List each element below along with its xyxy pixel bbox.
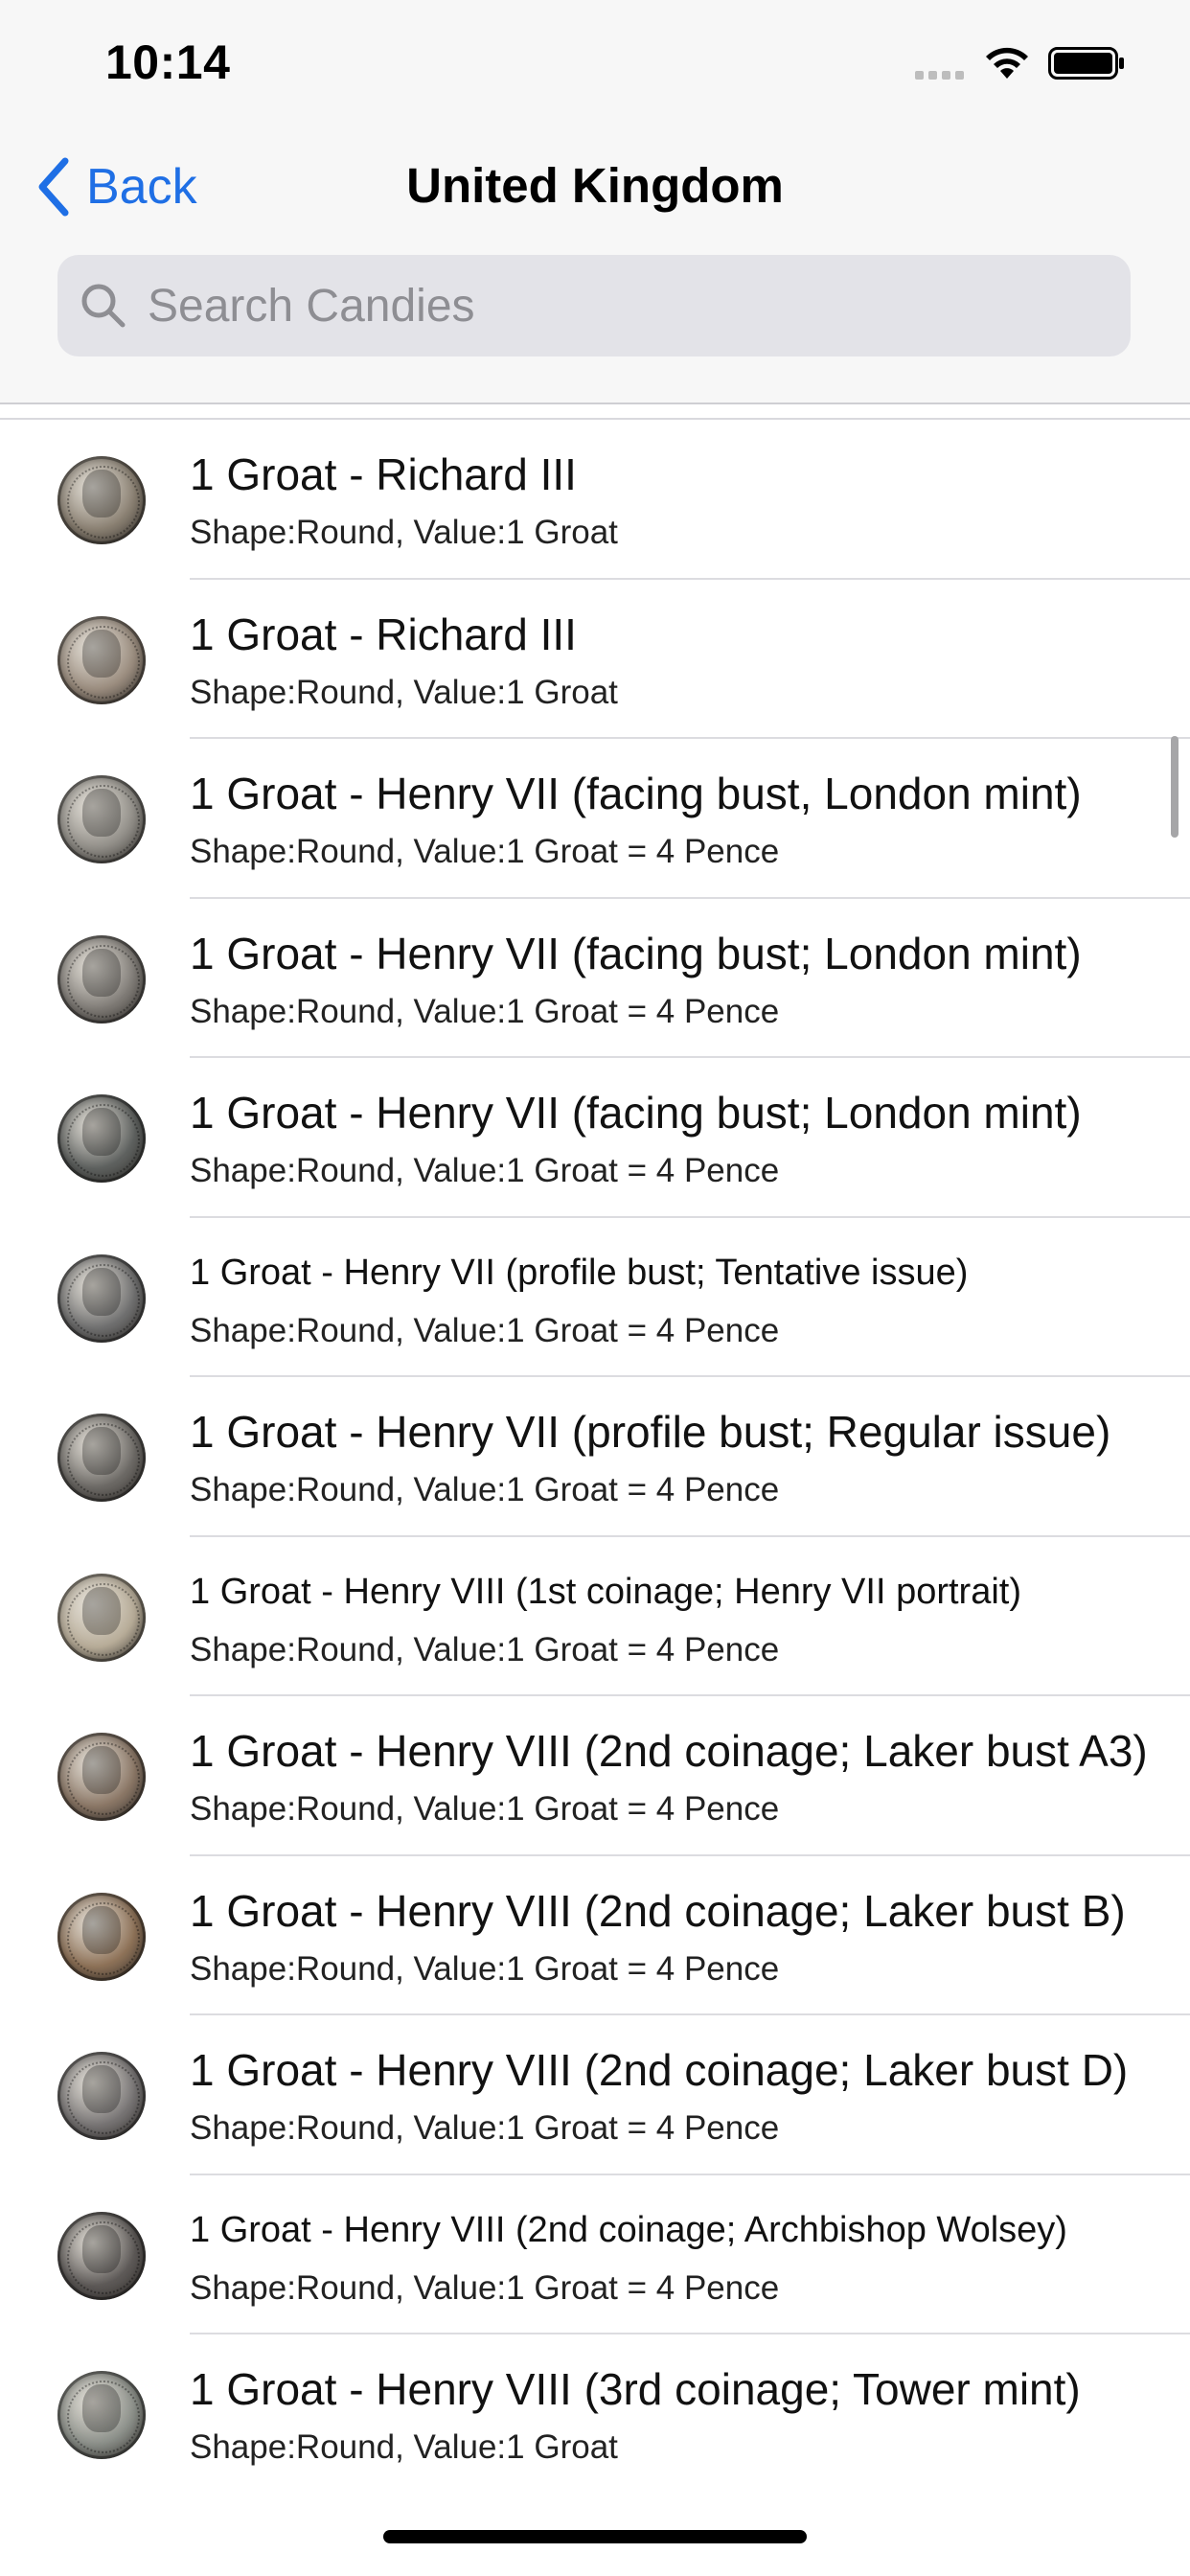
- list-item[interactable]: 1 Groat - Henry VIII (2nd coinage; Laker…: [0, 1696, 1190, 1856]
- coin-thumbnail: [57, 1733, 146, 1821]
- list-item-title: 1 Groat - Henry VII (profile bust; Regul…: [190, 1407, 1111, 1457]
- list-item[interactable]: 1 Groat - Henry VIII (2nd coinage; Archb…: [0, 2175, 1190, 2335]
- list-item-subtitle: Shape:Round, Value:1 Groat = 4 Pence: [190, 1311, 780, 1349]
- list-item-title: 1 Groat - Henry VII (facing bust; London…: [190, 928, 1082, 978]
- list-item-title: 1 Groat - Richard III: [190, 609, 577, 659]
- list-item-title: 1 Groat - Henry VIII (1st coinage; Henry…: [190, 1571, 1021, 1612]
- list-item[interactable]: 1 Groat - Henry VII (profile bust; Regul…: [0, 1377, 1190, 1537]
- coin-thumbnail: [57, 775, 146, 863]
- list-item-subtitle: Shape:Round, Value:1 Groat = 4 Pence: [190, 1949, 780, 1988]
- list-item[interactable]: 1 Groat - Henry VII (profile bust; Tenta…: [0, 1218, 1190, 1378]
- list-item-title: 1 Groat - Richard III: [190, 449, 577, 499]
- list-item-subtitle: Shape:Round, Value:1 Groat = 4 Pence: [190, 1471, 780, 1508]
- list-item-title: 1 Groat - Henry VII (facing bust, London…: [190, 769, 1082, 818]
- list-item[interactable]: 1 Groat - Henry VIII (1st coinage; Henry…: [0, 1537, 1190, 1697]
- list-item-title: 1 Groat - Henry VIII (2nd coinage; Laker…: [190, 1726, 1148, 1776]
- list-item-subtitle: Shape:Round, Value:1 Groat = 4 Pence: [190, 2109, 780, 2147]
- navigation-header: 10:14 Back United Kingdom: [0, 0, 1190, 404]
- list-item-subtitle: Shape:Round, Value:1 Groat = 4 Pence: [190, 2268, 780, 2307]
- home-indicator[interactable]: [383, 2530, 807, 2543]
- coin-thumbnail: [57, 456, 146, 544]
- list-item-title: 1 Groat - Henry VIII (3rd coinage; Tower…: [190, 2364, 1081, 2414]
- search-input[interactable]: [146, 278, 1108, 334]
- list-item[interactable]: 1 Groat - Henry VII (facing bust, London…: [0, 739, 1190, 899]
- list-item-subtitle: Shape:Round, Value:1 Groat = 4 Pence: [190, 833, 780, 870]
- list-item[interactable]: 1 Groat - Henry VIII (3rd coinage; Tower…: [0, 2334, 1190, 2495]
- list-item-subtitle: Shape:Round, Value:1 Groat: [190, 673, 618, 711]
- list-item[interactable]: 1 Groat - Henry VIII (2nd coinage; Laker…: [0, 2015, 1190, 2175]
- list-item-subtitle: Shape:Round, Value:1 Groat: [190, 2428, 618, 2466]
- list-item-title: 1 Groat - Henry VIII (2nd coinage; Laker…: [190, 1885, 1126, 1936]
- coin-thumbnail: [57, 934, 146, 1024]
- search-bar[interactable]: [57, 255, 1131, 356]
- candy-list: 1 Groat - Richard III Shape:Round, Value:…: [0, 418, 1190, 2495]
- status-bar-time: 10:14: [105, 35, 231, 89]
- coin-thumbnail: [57, 1414, 146, 1502]
- coin-thumbnail: [57, 615, 146, 704]
- coin-thumbnail: [57, 1254, 146, 1343]
- list-item[interactable]: 1 Groat - Richard III Shape:Round, Value:…: [0, 420, 1190, 580]
- battery-icon: [1048, 47, 1124, 80]
- list-item-title: 1 Groat - Henry VIII (2nd coinage; Archb…: [190, 2209, 1067, 2250]
- list-item-subtitle: Shape:Round, Value:1 Groat = 4 Pence: [190, 1790, 780, 1828]
- cellular-signal-icon: [915, 71, 964, 80]
- coin-thumbnail: [57, 2211, 146, 2300]
- list-item-subtitle: Shape:Round, Value:1 Groat = 4 Pence: [190, 1152, 780, 1189]
- coin-thumbnail: [57, 1094, 146, 1183]
- list-item-title: 1 Groat - Henry VII (profile bust; Tenta…: [190, 1252, 969, 1293]
- list-item[interactable]: 1 Groat - Henry VII (facing bust; London…: [0, 1058, 1190, 1218]
- coin-thumbnail: [57, 1892, 146, 1981]
- list-item-subtitle: Shape:Round, Value:1 Groat: [190, 514, 618, 551]
- list-item-subtitle: Shape:Round, Value:1 Groat = 4 Pence: [190, 992, 780, 1030]
- wifi-icon: [986, 47, 1028, 79]
- list-item[interactable]: 1 Groat - Richard III Shape:Round, Value:…: [0, 580, 1190, 740]
- search-icon: [81, 284, 126, 328]
- list-item[interactable]: 1 Groat - Henry VIII (2nd coinage; Laker…: [0, 1856, 1190, 2016]
- list-item[interactable]: 1 Groat - Henry VII (facing bust; London…: [0, 899, 1190, 1059]
- list-item-subtitle: Shape:Round, Value:1 Groat = 4 Pence: [190, 1630, 780, 1668]
- coin-thumbnail: [57, 2371, 146, 2459]
- coin-thumbnail: [57, 2052, 146, 2140]
- scroll-indicator[interactable]: [1171, 736, 1179, 838]
- list-item-title: 1 Groat - Henry VIII (2nd coinage; Laker…: [190, 2045, 1129, 2095]
- list-item-title: 1 Groat - Henry VII (facing bust; London…: [190, 1088, 1082, 1138]
- coin-thumbnail: [57, 1573, 146, 1662]
- page-title: United Kingdom: [406, 158, 784, 213]
